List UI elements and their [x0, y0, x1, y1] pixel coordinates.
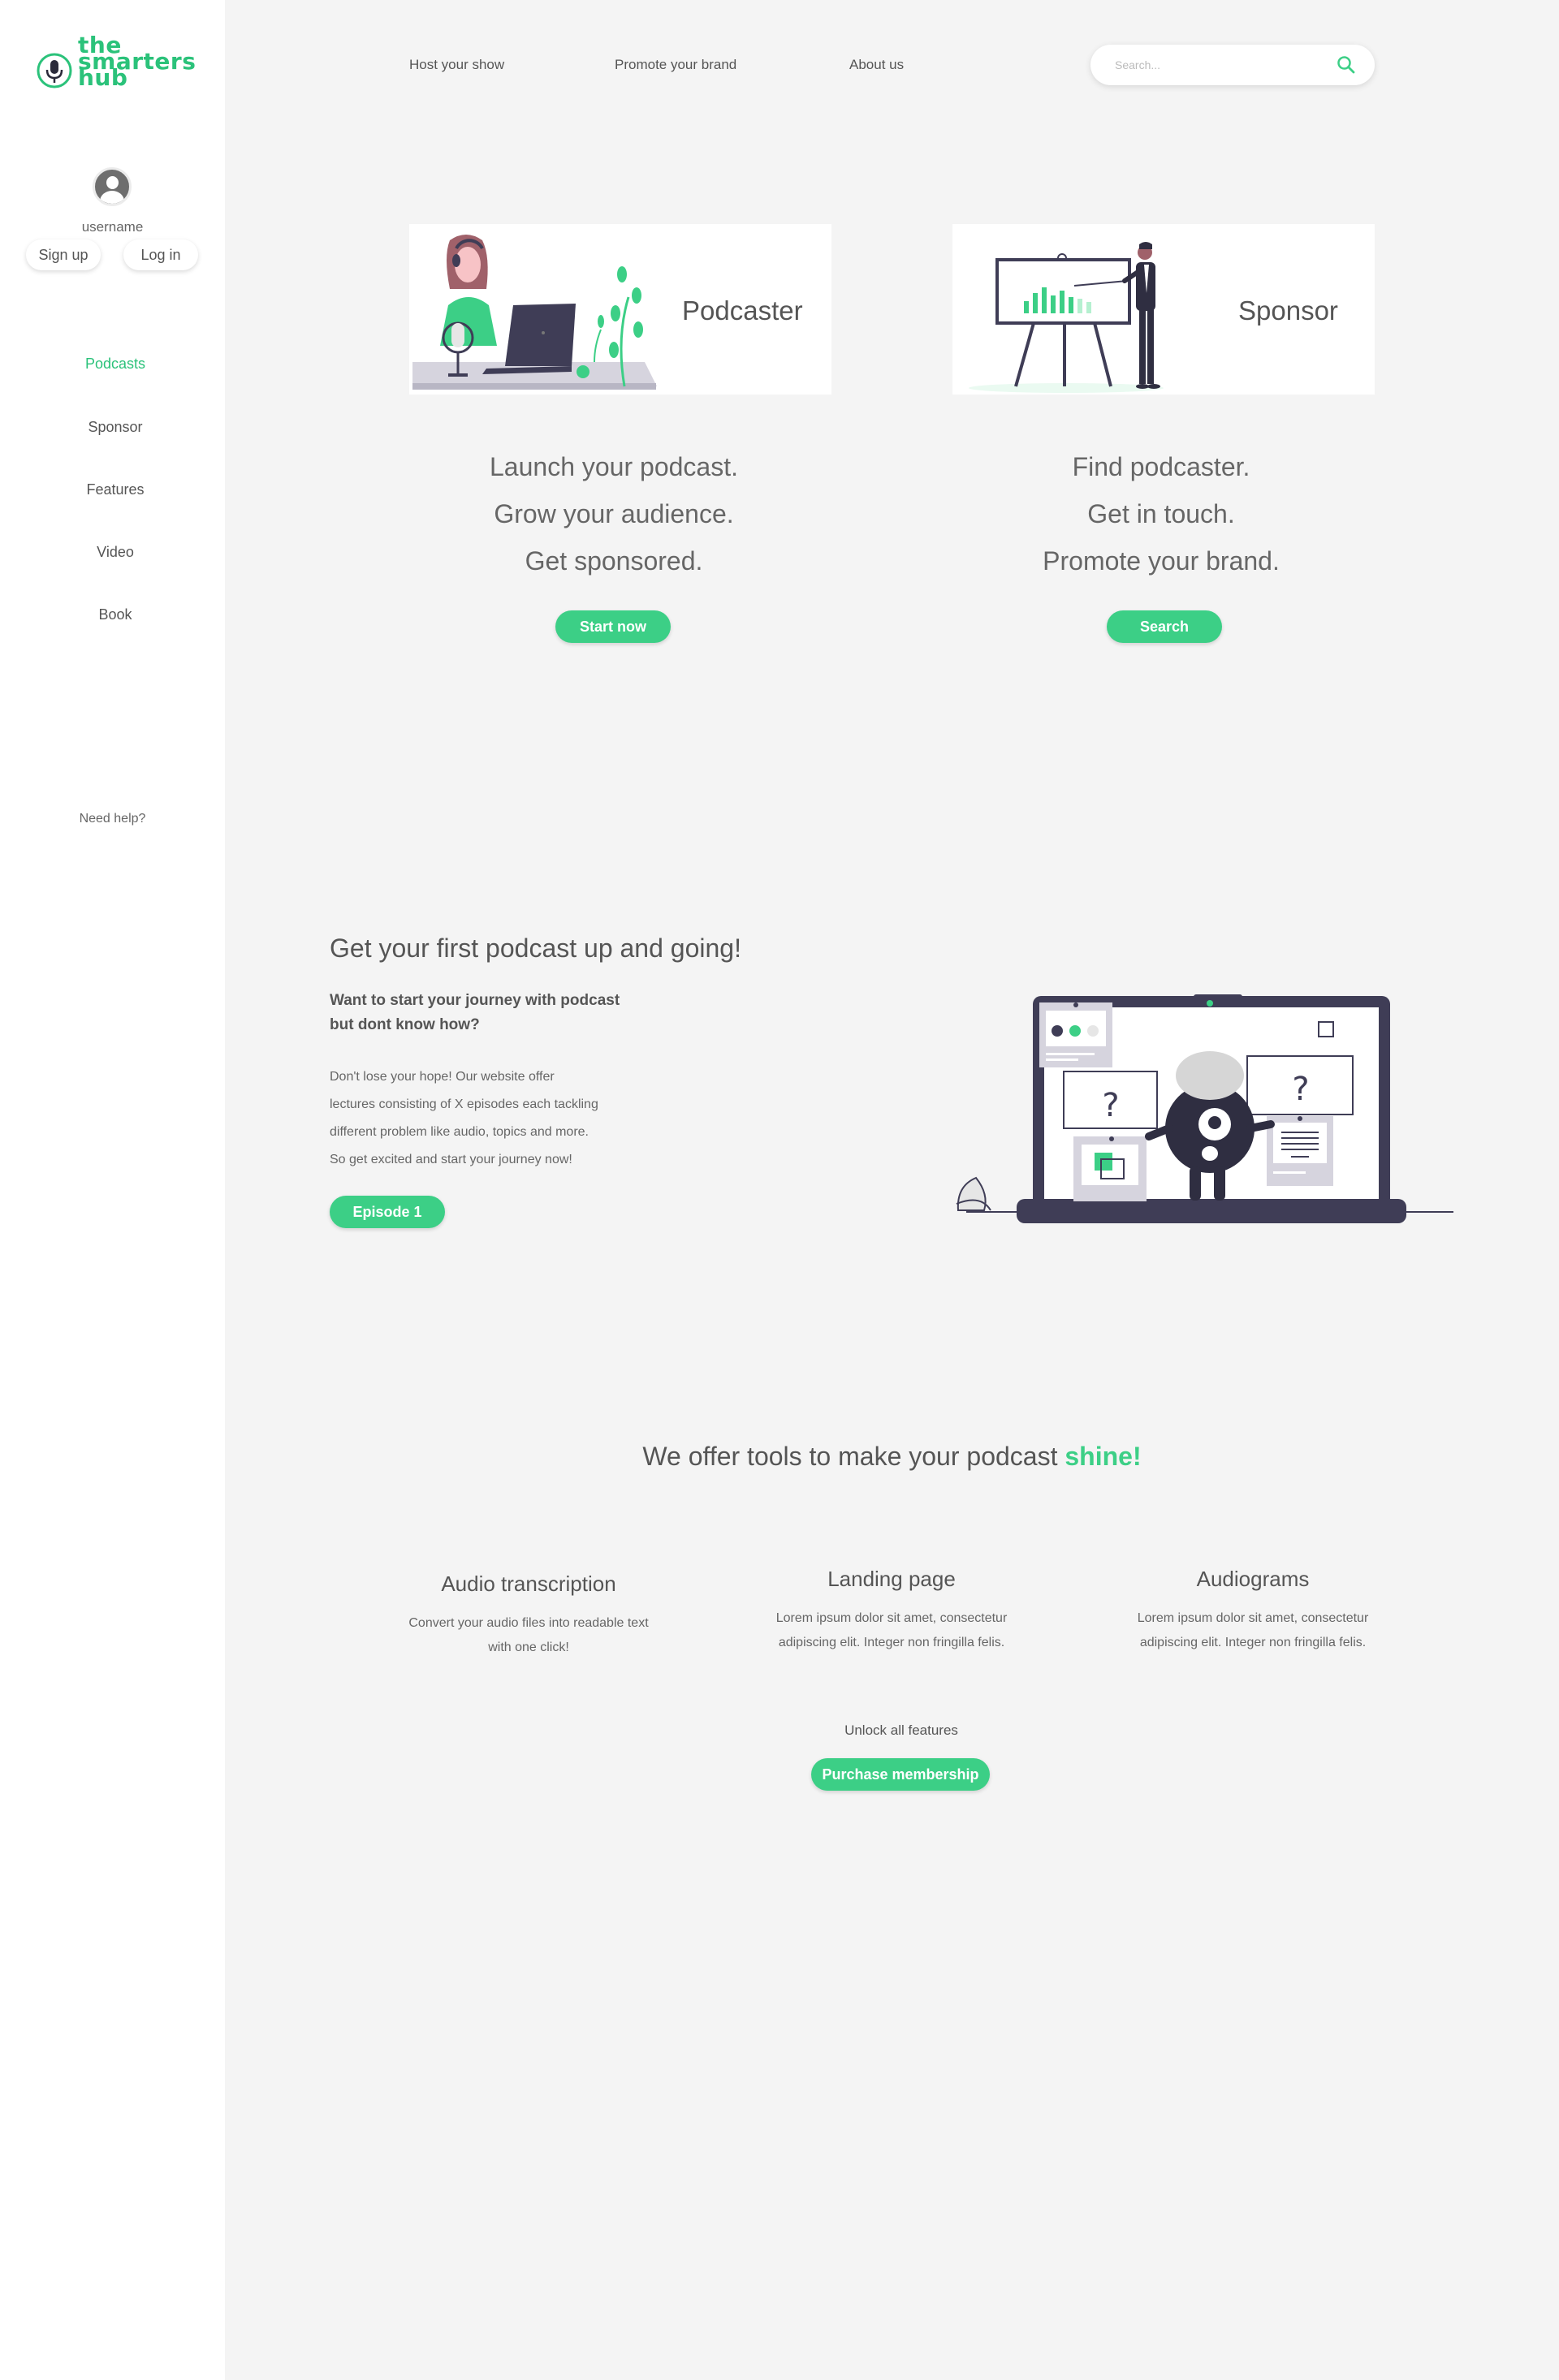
- unlock-features-text: Unlock all features: [844, 1722, 958, 1738]
- nav-link-about-us[interactable]: About us: [849, 57, 904, 73]
- purchase-membership-button[interactable]: Purchase membership: [811, 1758, 990, 1791]
- feature-line: Lorem ipsum dolor sit amet, consectetur: [775, 1611, 1008, 1625]
- tagline-line: Promote your brand.: [1043, 546, 1280, 576]
- sidebar-item-podcasts[interactable]: Podcasts: [0, 356, 231, 373]
- sidebar: the smarters hub username Sign up Log in…: [0, 0, 225, 2380]
- sidebar-item-video[interactable]: Video: [0, 544, 231, 561]
- sidebar-item-features[interactable]: Features: [0, 481, 231, 498]
- avatar-body: [100, 191, 124, 204]
- feature-line: adipiscing elit. Integer non fringilla f…: [778, 1636, 1005, 1649]
- section2-subtitle: Want to start your journey with podcast …: [330, 989, 654, 1037]
- feature-description: Lorem ipsum dolor sit amet, consectetur …: [1099, 1606, 1407, 1655]
- feature-landing-page: Landing page Lorem ipsum dolor sit amet,…: [737, 1567, 1046, 1655]
- section3-title-highlight: shine!: [1065, 1442, 1142, 1471]
- podcaster-illustration: [412, 235, 657, 390]
- sign-up-button[interactable]: Sign up: [26, 239, 101, 270]
- need-help-link[interactable]: Need help?: [0, 812, 225, 826]
- feature-title: Landing page: [827, 1567, 956, 1591]
- search-box: [1090, 45, 1375, 85]
- subtitle-line: but dont know how?: [330, 1016, 480, 1033]
- tagline-line: Get sponsored.: [525, 546, 703, 576]
- feature-line: Convert your audio files into readable t…: [408, 1616, 649, 1630]
- sidebar-item-book[interactable]: Book: [0, 606, 231, 623]
- nav-link-promote-your-brand[interactable]: Promote your brand: [615, 57, 736, 73]
- avatar[interactable]: [93, 167, 132, 206]
- sponsor-illustration: [969, 242, 1164, 393]
- body-line: different problem like audio, topics and…: [330, 1125, 589, 1139]
- logo[interactable]: the smarters hub: [36, 34, 200, 94]
- podcaster-card-title: Podcaster: [682, 295, 803, 326]
- svg-text:?: ?: [1292, 1071, 1309, 1108]
- episode-1-button[interactable]: Episode 1: [330, 1196, 445, 1228]
- section2-body: Don't lose your hope! Our website offer …: [330, 1063, 646, 1174]
- section3-title: We offer tools to make your podcast shin…: [0, 1442, 1559, 1472]
- tagline-line: Find podcaster.: [1072, 452, 1250, 481]
- sponsor-card[interactable]: Sponsor: [952, 224, 1375, 395]
- feature-line: Lorem ipsum dolor sit amet, consectetur: [1137, 1611, 1369, 1625]
- feature-description: Lorem ipsum dolor sit amet, consectetur …: [737, 1606, 1046, 1655]
- body-line: So get excited and start your journey no…: [330, 1153, 572, 1166]
- feature-line: with one click!: [488, 1641, 569, 1654]
- podcaster-card[interactable]: Podcaster: [409, 224, 831, 395]
- feature-title: Audio transcription: [441, 1572, 616, 1596]
- section2-title: Get your first podcast up and going!: [330, 933, 741, 963]
- feature-audiograms: Audiograms Lorem ipsum dolor sit amet, c…: [1099, 1567, 1407, 1655]
- svg-text:?: ?: [1102, 1087, 1119, 1124]
- tagline-line: Launch your podcast.: [490, 452, 738, 481]
- body-line: Don't lose your hope! Our website offer: [330, 1070, 555, 1084]
- avatar-head: [106, 176, 119, 189]
- username: username: [81, 219, 144, 235]
- search-icon[interactable]: [1336, 54, 1357, 75]
- body-line: lectures consisting of X episodes each t…: [330, 1097, 598, 1111]
- podcaster-tagline: Launch your podcast. Grow your audience.…: [403, 443, 825, 584]
- search-input[interactable]: [1115, 54, 1326, 75]
- sponsor-tagline: Find podcaster. Get in touch. Promote yo…: [950, 443, 1372, 584]
- tagline-line: Get in touch.: [1087, 499, 1235, 528]
- laptop-illustration: ? ?: [956, 994, 1453, 1223]
- section3-title-prefix: We offer tools to make your podcast: [642, 1442, 1065, 1471]
- logo-text: the smarters hub: [78, 34, 200, 89]
- sidebar-item-sponsor[interactable]: Sponsor: [0, 419, 231, 436]
- log-in-button[interactable]: Log in: [123, 239, 198, 270]
- feature-description: Convert your audio files into readable t…: [374, 1611, 683, 1660]
- feature-line: adipiscing elit. Integer non fringilla f…: [1139, 1636, 1367, 1649]
- search-podcaster-button[interactable]: Search: [1107, 610, 1222, 643]
- feature-audio-transcription: Audio transcription Convert your audio f…: [374, 1572, 683, 1660]
- tagline-line: Grow your audience.: [494, 499, 734, 528]
- subtitle-line: Want to start your journey with podcast: [330, 992, 620, 1009]
- sponsor-card-title: Sponsor: [1238, 295, 1338, 326]
- microphone-logo-icon: [37, 53, 72, 88]
- start-now-button[interactable]: Start now: [555, 610, 671, 643]
- nav-link-host-your-show[interactable]: Host your show: [409, 57, 504, 73]
- feature-title: Audiograms: [1196, 1567, 1310, 1591]
